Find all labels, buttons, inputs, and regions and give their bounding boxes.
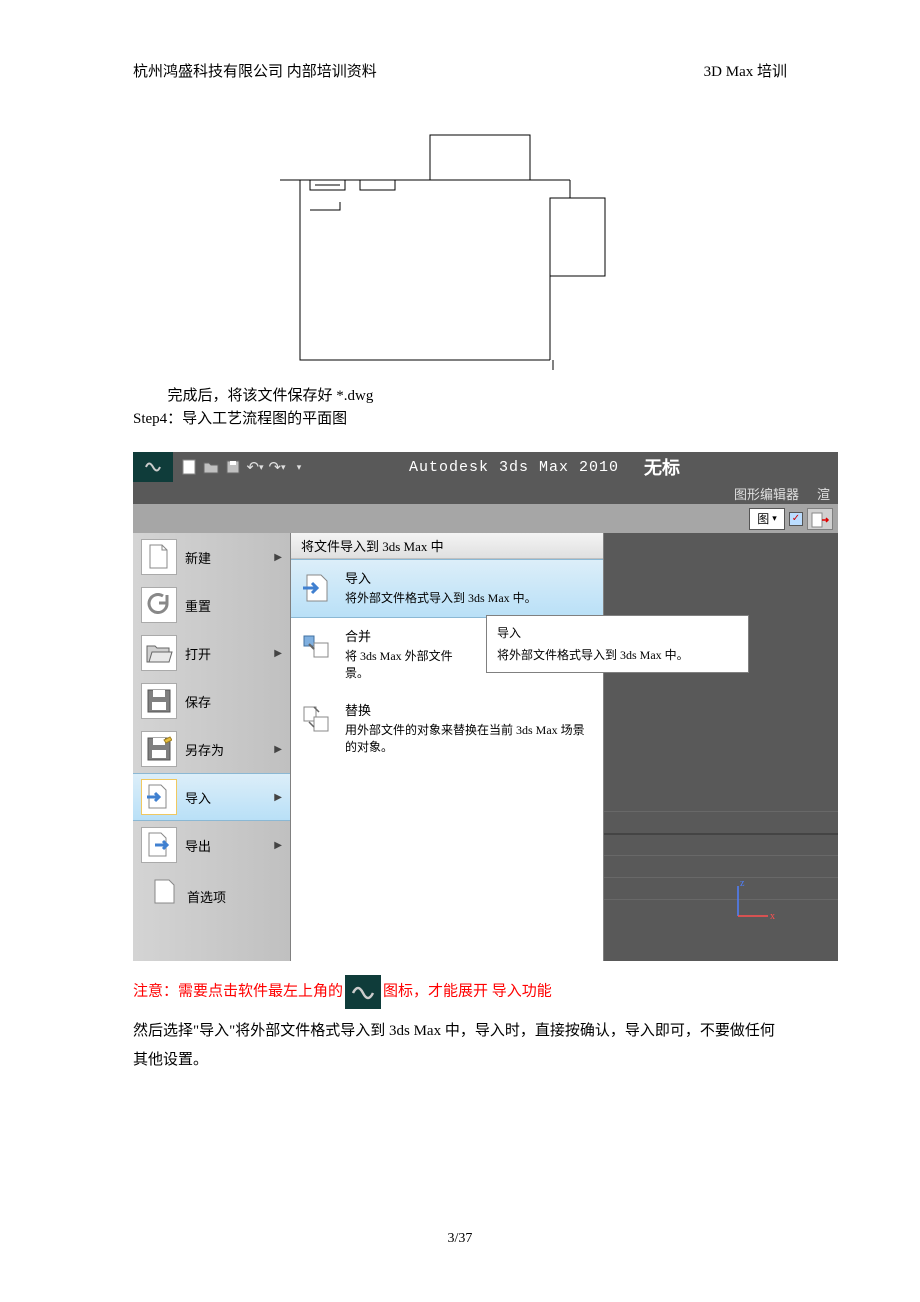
note-prefix: 注意：需要点击软件最左上角的 (133, 983, 343, 999)
menu-reset[interactable]: 重置 (133, 581, 290, 629)
flowchart-diagram (280, 130, 610, 370)
menu-preferences[interactable]: 首选项 (133, 869, 290, 911)
menu-label: 保存 (185, 692, 211, 711)
toolbar-button[interactable] (807, 508, 833, 530)
submenu-item-desc: 将外部文件格式导入到 3ds Max 中。 (345, 590, 595, 607)
new-icon[interactable] (179, 457, 199, 477)
undo-icon[interactable]: ↶▾ (245, 457, 265, 477)
note-section: 注意：需要点击软件最左上角的 图标，才能展开 导入功能 然后选择"导入"将外部文件… (133, 975, 787, 1074)
menubar-render[interactable]: 渲 (817, 484, 830, 503)
menu-label: 另存为 (185, 740, 224, 759)
save-icon[interactable] (223, 457, 243, 477)
titlebar: ↶▾ ↷▾ ▾ Autodesk 3ds Max 2010 无标 (133, 452, 838, 482)
open-icon[interactable] (201, 457, 221, 477)
import-submenu: 将文件导入到 3ds Max 中 导入 将外部文件格式导入到 3ds Max 中… (291, 533, 604, 961)
submenu-item-title: 导入 (345, 570, 595, 588)
submenu-item-desc-cont: 景。 (345, 666, 369, 680)
redo-icon[interactable]: ↷▾ (267, 457, 287, 477)
menu-label: 导入 (185, 788, 211, 807)
quick-access-toolbar: ↶▾ ↷▾ ▾ (173, 457, 309, 477)
submenu-import[interactable]: 导入 将外部文件格式导入到 3ds Max 中。 (291, 559, 603, 618)
open-folder-icon (141, 635, 177, 671)
save-disk-icon (141, 683, 177, 719)
body-text: 完成后，将该文件保存好 *.dwg Step4：导入工艺流程图的平面图 (133, 385, 787, 430)
header-right: 3D Max 培训 (704, 60, 787, 81)
note-suffix: 图标，才能展开 导入功能 (383, 983, 552, 999)
note-paragraph: 然后选择"导入"将外部文件格式导入到 3ds Max 中，导入时，直接按确认，导… (133, 1017, 787, 1074)
save-instruction: 完成后，将该文件保存好 *.dwg (133, 385, 787, 408)
submenu-arrow-icon: ▶ (274, 648, 282, 659)
submenu-arrow-icon: ▶ (274, 744, 282, 755)
replace-icon (299, 702, 335, 738)
page-number: 3/37 (0, 1231, 920, 1247)
app-untitled: 无标 (644, 454, 680, 480)
menu-label: 导出 (185, 836, 211, 855)
saveas-icon (141, 731, 177, 767)
import-icon (141, 779, 177, 815)
preferences-icon (151, 874, 179, 906)
submenu-item-desc: 用外部文件的对象来替换在当前 3ds Max 场景的对象。 (345, 722, 595, 756)
toolbar-checkbox[interactable]: ✓ (789, 512, 803, 526)
app-title: Autodesk 3ds Max 2010 (409, 459, 619, 476)
submenu-item-desc: 将 3ds Max 外部文件 (345, 649, 453, 663)
menubar-graph-editor[interactable]: 图形编辑器 (734, 484, 799, 503)
app-logo-icon[interactable] (133, 452, 173, 482)
step4-heading: Step4：导入工艺流程图的平面图 (133, 408, 787, 431)
toolbar-dropdown[interactable]: 图▾ (749, 508, 785, 530)
page-header: 杭州鸿盛科技有限公司 内部培训资料 3D Max 培训 (0, 60, 920, 81)
app-menu: 新建 ▶ 重置 打开 ▶ 保存 另存为 ▶ (133, 533, 291, 961)
tooltip-title: 导入 (497, 624, 738, 642)
submenu-item-title: 替换 (345, 702, 595, 720)
viewport[interactable]: z x (604, 533, 838, 961)
reset-icon (141, 587, 177, 623)
export-icon (141, 827, 177, 863)
submenu-arrow-icon: ▶ (274, 552, 282, 563)
menu-new[interactable]: 新建 ▶ (133, 533, 290, 581)
toolbar: 图▾ ✓ (133, 504, 838, 533)
header-left: 杭州鸿盛科技有限公司 内部培训资料 (133, 60, 377, 81)
app-screenshot: ↶▾ ↷▾ ▾ Autodesk 3ds Max 2010 无标 图形编辑器 渲… (133, 452, 838, 961)
menu-export[interactable]: 导出 ▶ (133, 821, 290, 869)
merge-icon (299, 628, 335, 664)
submenu-replace[interactable]: 替换 用外部文件的对象来替换在当前 3ds Max 场景的对象。 (291, 692, 603, 766)
menu-import[interactable]: 导入 ▶ (133, 773, 290, 821)
submenu-arrow-icon: ▶ (274, 792, 282, 803)
submenu-arrow-icon: ▶ (274, 840, 282, 851)
menu-label: 重置 (185, 596, 211, 615)
menu-label: 打开 (185, 644, 211, 663)
menu-label: 首选项 (187, 887, 226, 906)
app-logo-inline-icon (345, 975, 381, 1009)
svg-text:z: z (740, 878, 745, 889)
menubar: 图形编辑器 渲 (133, 482, 838, 504)
menu-saveas[interactable]: 另存为 ▶ (133, 725, 290, 773)
import-sub-icon (299, 570, 335, 606)
new-file-icon (141, 539, 177, 575)
tooltip: 导入 将外部文件格式导入到 3ds Max 中。 (486, 615, 749, 673)
svg-text:x: x (770, 911, 775, 922)
qat-dropdown-icon[interactable]: ▾ (289, 457, 309, 477)
submenu-header: 将文件导入到 3ds Max 中 (291, 533, 603, 559)
menu-open[interactable]: 打开 ▶ (133, 629, 290, 677)
tooltip-desc: 将外部文件格式导入到 3ds Max 中。 (497, 646, 738, 664)
menu-save[interactable]: 保存 (133, 677, 290, 725)
menu-label: 新建 (185, 548, 211, 567)
